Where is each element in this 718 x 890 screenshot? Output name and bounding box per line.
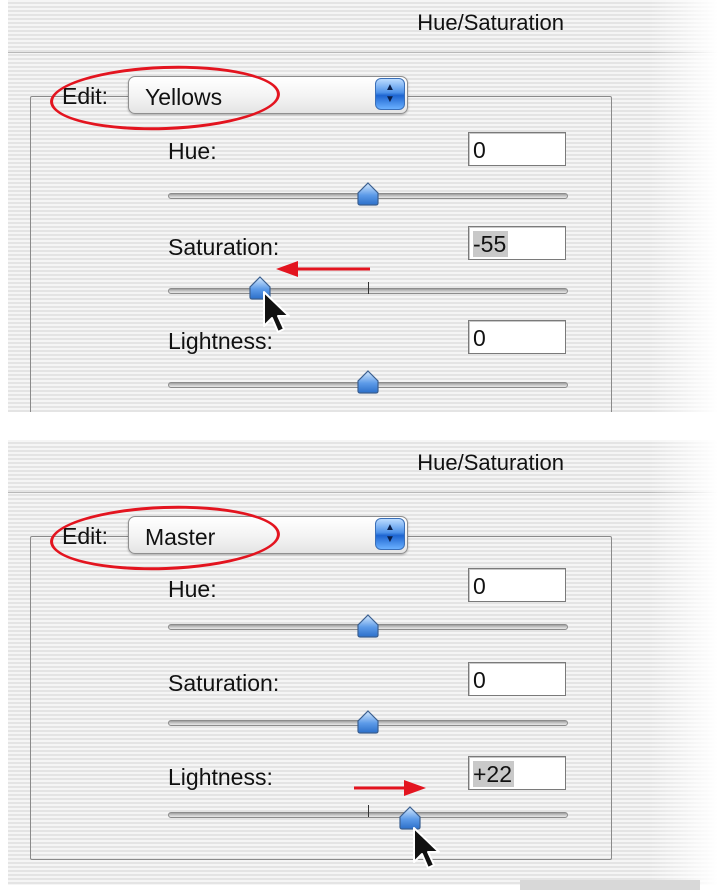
title-divider [8,492,718,493]
lightness-label: Lightness: [168,764,273,790]
red-arrow-right-annotation [354,780,426,796]
chevron-updown-icon[interactable]: ▲ ▼ [375,518,405,550]
mouse-pointer-icon [413,827,440,869]
slider-thumb-icon[interactable] [356,710,380,734]
lightness-field[interactable]: +22 [468,756,566,790]
hue-field[interactable]: 0 [468,568,566,602]
red-arrow-left-annotation [276,261,370,277]
saturation-label: Saturation: [168,234,280,260]
hue-saturation-dialog-bottom: Hue/Saturation Edit: Master ▲ ▼ Hue: 0 Sa… [8,440,718,885]
edit-channel-value: Yellows [145,84,223,110]
chevron-updown-icon[interactable]: ▲ ▼ [375,78,405,110]
hue-value: 0 [473,573,486,599]
lightness-value: 0 [473,325,486,351]
saturation-label: Saturation: [168,670,280,696]
hue-saturation-dialog-top: Hue/Saturation Edit: Yellows ▲ ▼ Hue: 0 S… [8,0,718,412]
lightness-field[interactable]: 0 [468,320,566,354]
slider-thumb-icon[interactable] [356,370,380,394]
title-divider [8,52,718,53]
edit-label: Edit: [62,83,109,109]
edit-label: Edit: [62,523,109,549]
zero-tick-mark [368,282,369,294]
dialog-title: Hue/Saturation [417,450,564,475]
edge-fade [648,440,718,885]
slider-thumb-icon[interactable] [356,614,380,638]
hue-label: Hue: [168,138,217,164]
hue-label: Hue: [168,576,217,602]
slider-thumb-icon[interactable] [356,182,380,206]
edit-channel-select[interactable]: Yellows ▲ ▼ [128,76,408,114]
dialog-buttons-strip [520,880,700,890]
saturation-value: 0 [473,667,486,693]
saturation-field[interactable]: 0 [468,662,566,696]
lightness-value: +22 [473,761,515,787]
zero-tick-mark [368,805,369,817]
dialog-title: Hue/Saturation [417,10,564,35]
hue-value: 0 [473,137,486,163]
edit-channel-value: Master [145,524,216,550]
saturation-value: -55 [473,231,509,257]
saturation-field[interactable]: -55 [468,226,566,260]
edit-channel-select[interactable]: Master ▲ ▼ [128,516,408,554]
edge-fade [648,0,718,412]
hue-field[interactable]: 0 [468,132,566,166]
lightness-label: Lightness: [168,328,273,354]
